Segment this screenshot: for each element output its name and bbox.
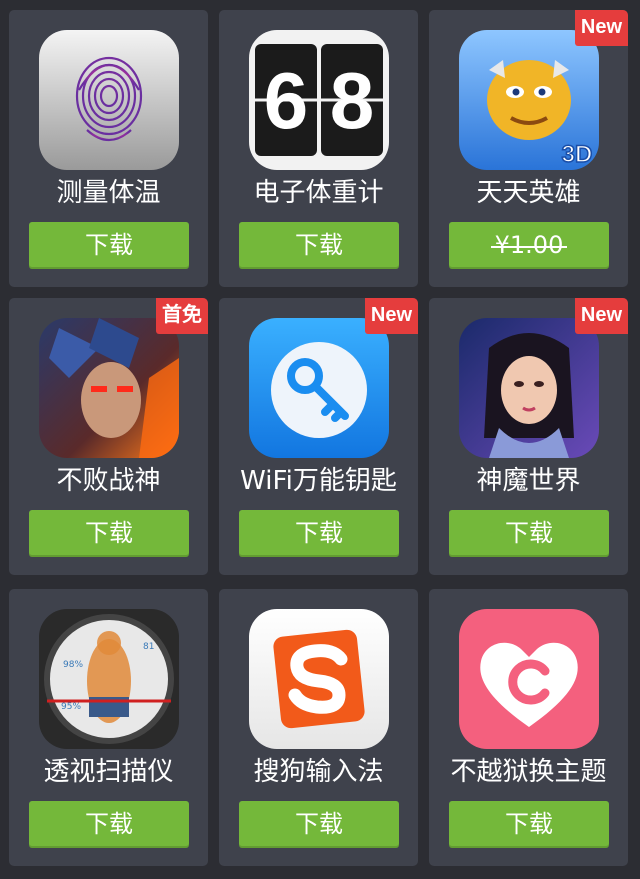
new-badge: New <box>364 298 418 334</box>
app-name: 神魔世界 <box>476 466 581 496</box>
sogou-s-icon[interactable] <box>249 609 389 749</box>
app-name: 搜狗输入法 <box>253 757 384 787</box>
clock-digit-right: 8 <box>330 56 375 145</box>
app-card[interactable]: New WiFi万能钥匙 下载 <box>219 298 418 575</box>
3d-label: 3D <box>562 141 593 168</box>
app-card[interactable]: 搜狗输入法 下载 <box>219 589 418 866</box>
app-card[interactable]: 测量体温 下载 <box>9 10 208 287</box>
app-card[interactable]: 首免 不败战神 下载 <box>9 298 208 575</box>
app-name: 天天英雄 <box>476 178 581 208</box>
app-name: 电子体重计 <box>253 178 384 208</box>
download-button[interactable]: 下载 <box>449 801 609 848</box>
download-button[interactable]: 下载 <box>29 801 189 848</box>
hero-game-icon[interactable]: 3D <box>459 30 599 170</box>
fingerprint-icon[interactable] <box>39 30 179 170</box>
app-name: 不败战神 <box>56 466 161 496</box>
price-button[interactable]: ¥1.00 <box>449 222 609 269</box>
app-name: WiFi万能钥匙 <box>240 466 397 496</box>
download-button[interactable]: 下载 <box>29 222 189 269</box>
download-button[interactable]: 下载 <box>239 510 399 557</box>
free-badge: 首免 <box>156 298 208 334</box>
download-button[interactable]: 下载 <box>239 801 399 848</box>
app-card[interactable]: 3D New 天天英雄 ¥1.00 <box>429 10 628 287</box>
scanner-icon[interactable]: 98% 95% 81 <box>39 609 179 749</box>
heart-theme-icon[interactable] <box>459 609 599 749</box>
new-badge: New <box>574 298 628 334</box>
download-button[interactable]: 下载 <box>239 222 399 269</box>
new-badge: New <box>574 10 628 46</box>
scan-readout-right: 81 <box>143 642 154 652</box>
app-card[interactable]: New 神魔世界 下载 <box>429 298 628 575</box>
app-name: 不越狱换主题 <box>450 757 607 787</box>
app-name: 透视扫描仪 <box>43 757 174 787</box>
clock-digit-left: 6 <box>264 56 309 145</box>
app-card[interactable]: 不越狱换主题 下载 <box>429 589 628 866</box>
price-label: ¥1.00 <box>490 222 568 269</box>
fantasy-girl-icon[interactable] <box>459 318 599 458</box>
download-button[interactable]: 下载 <box>29 510 189 557</box>
warrior-game-icon[interactable] <box>39 318 179 458</box>
scan-readout-bottom: 95% <box>61 702 81 712</box>
flip-clock-icon[interactable]: 6 8 <box>249 30 389 170</box>
app-name: 测量体温 <box>56 178 161 208</box>
scan-readout-top: 98% <box>63 660 83 670</box>
app-card[interactable]: 6 8 电子体重计 下载 <box>219 10 418 287</box>
wifi-key-icon[interactable] <box>249 318 389 458</box>
download-button[interactable]: 下载 <box>449 510 609 557</box>
app-card[interactable]: 98% 95% 81 透视扫描仪 下载 <box>9 589 208 866</box>
app-grid: 测量体温 下载 6 8 电子体重计 下载 3D New 天天英雄 ¥1.00 首… <box>0 0 640 879</box>
